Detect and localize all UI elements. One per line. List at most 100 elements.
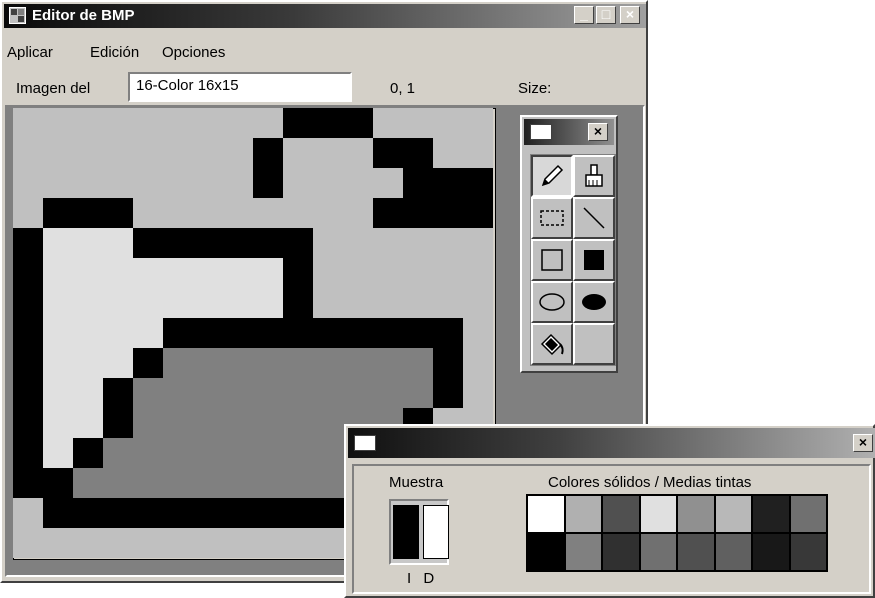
pixel[interactable] xyxy=(13,408,44,439)
pixel[interactable] xyxy=(253,348,284,379)
pixel[interactable] xyxy=(193,138,224,169)
color-swatch[interactable] xyxy=(677,495,715,533)
pixel[interactable] xyxy=(283,438,314,469)
pixel[interactable] xyxy=(73,378,104,409)
pixel[interactable] xyxy=(13,318,44,349)
pixel[interactable] xyxy=(403,318,434,349)
pixel[interactable] xyxy=(403,108,434,139)
color-swatch[interactable] xyxy=(789,533,827,571)
pixel[interactable] xyxy=(313,318,344,349)
pixel[interactable] xyxy=(163,498,194,529)
pixel[interactable] xyxy=(313,108,344,139)
color-swatch[interactable] xyxy=(639,533,677,571)
pixel[interactable] xyxy=(433,348,464,379)
pixel[interactable] xyxy=(13,198,44,229)
color-swatch[interactable] xyxy=(602,495,640,533)
pixel[interactable] xyxy=(133,138,164,169)
pixel[interactable] xyxy=(283,528,314,558)
pixel[interactable] xyxy=(283,138,314,169)
image-name-field[interactable]: 16-Color 16x15 xyxy=(128,72,352,102)
pixel[interactable] xyxy=(343,198,374,229)
pixel[interactable] xyxy=(343,318,374,349)
pixel[interactable] xyxy=(463,198,493,229)
pixel[interactable] xyxy=(193,468,224,499)
pixel[interactable] xyxy=(343,378,374,409)
pixel[interactable] xyxy=(73,168,104,199)
pixel[interactable] xyxy=(103,528,134,558)
pixel[interactable] xyxy=(193,258,224,289)
pixel[interactable] xyxy=(373,198,404,229)
pixel[interactable] xyxy=(43,228,74,259)
pixel[interactable] xyxy=(253,528,284,558)
pixel[interactable] xyxy=(343,108,374,139)
pixel[interactable] xyxy=(103,348,134,379)
pixel[interactable] xyxy=(253,408,284,439)
pixel[interactable] xyxy=(193,378,224,409)
pixel[interactable] xyxy=(463,348,493,379)
pixel[interactable] xyxy=(313,438,344,469)
pixel[interactable] xyxy=(463,138,493,169)
pixel[interactable] xyxy=(133,108,164,139)
pixel[interactable] xyxy=(103,138,134,169)
pixel[interactable] xyxy=(223,468,254,499)
pixel[interactable] xyxy=(13,378,44,409)
pixel[interactable] xyxy=(253,438,284,469)
pixel[interactable] xyxy=(43,198,74,229)
pixel[interactable] xyxy=(133,228,164,259)
pixel[interactable] xyxy=(193,288,224,319)
pixel[interactable] xyxy=(373,378,404,409)
pixel[interactable] xyxy=(433,168,464,199)
pixel[interactable] xyxy=(433,318,464,349)
pixel[interactable] xyxy=(343,168,374,199)
pixel[interactable] xyxy=(193,408,224,439)
pixel[interactable] xyxy=(223,258,254,289)
pixel[interactable] xyxy=(283,468,314,499)
pixel[interactable] xyxy=(403,198,434,229)
pixel[interactable] xyxy=(163,168,194,199)
color-swatch[interactable] xyxy=(527,495,565,533)
pixel[interactable] xyxy=(43,288,74,319)
color-dialog-close-button[interactable]: × xyxy=(853,434,873,452)
pixel[interactable] xyxy=(103,108,134,139)
pixel[interactable] xyxy=(223,348,254,379)
pixel[interactable] xyxy=(373,138,404,169)
color-swatch[interactable] xyxy=(752,533,790,571)
pixel[interactable] xyxy=(163,348,194,379)
pixel[interactable] xyxy=(133,468,164,499)
pixel[interactable] xyxy=(283,288,314,319)
pixel[interactable] xyxy=(43,348,74,379)
color-swatch[interactable] xyxy=(789,495,827,533)
pixel[interactable] xyxy=(73,138,104,169)
pixel[interactable] xyxy=(403,228,434,259)
pixel[interactable] xyxy=(223,528,254,558)
pixel[interactable] xyxy=(343,288,374,319)
color-swatch[interactable] xyxy=(639,495,677,533)
pixel[interactable] xyxy=(73,288,104,319)
pixel[interactable] xyxy=(133,378,164,409)
pixel[interactable] xyxy=(253,198,284,229)
pixel[interactable] xyxy=(343,258,374,289)
pixel[interactable] xyxy=(133,498,164,529)
maximize-button[interactable]: □ xyxy=(596,6,616,24)
pixel[interactable] xyxy=(313,408,344,439)
pixel[interactable] xyxy=(283,378,314,409)
pixel[interactable] xyxy=(163,318,194,349)
color-swatch[interactable] xyxy=(714,533,752,571)
pixel[interactable] xyxy=(13,498,44,529)
pixel[interactable] xyxy=(313,378,344,409)
pixel[interactable] xyxy=(373,318,404,349)
pixel[interactable] xyxy=(73,318,104,349)
pixel[interactable] xyxy=(463,108,493,139)
pixel[interactable] xyxy=(283,258,314,289)
pixel[interactable] xyxy=(73,528,104,558)
pixel[interactable] xyxy=(433,288,464,319)
pixel[interactable] xyxy=(313,468,344,499)
pixel[interactable] xyxy=(103,258,134,289)
pixel[interactable] xyxy=(163,438,194,469)
pixel[interactable] xyxy=(223,378,254,409)
pixel[interactable] xyxy=(43,378,74,409)
pixel[interactable] xyxy=(103,378,134,409)
pixel[interactable] xyxy=(433,258,464,289)
color-swatch[interactable] xyxy=(564,533,602,571)
pixel[interactable] xyxy=(43,318,74,349)
